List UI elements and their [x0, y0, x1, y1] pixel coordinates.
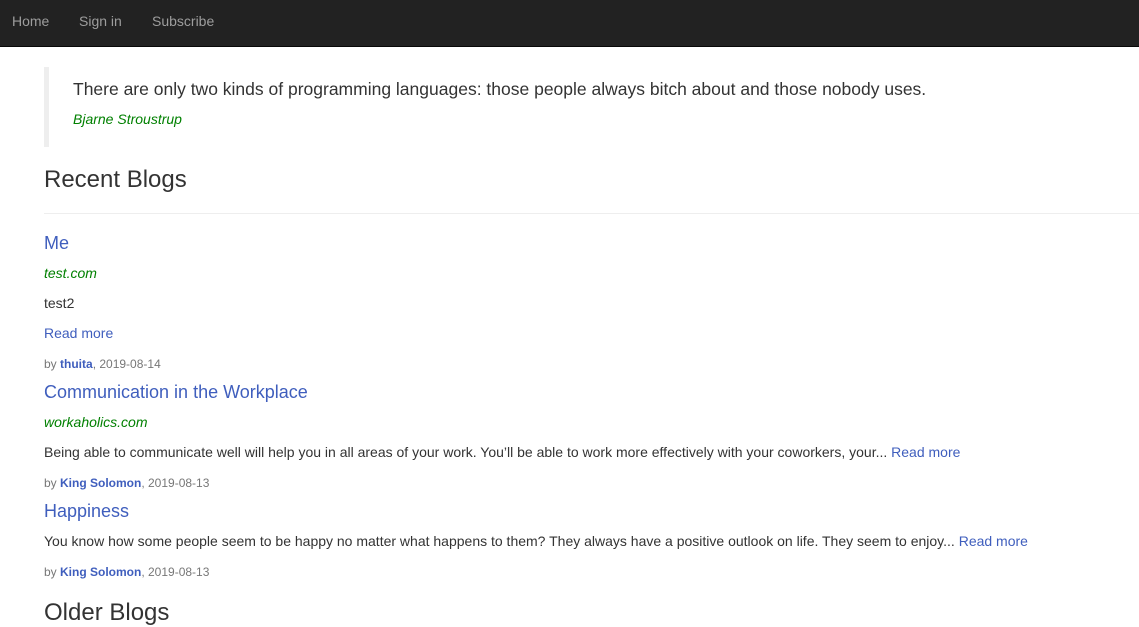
post-meta: by King Solomon, 2019-08-13 — [44, 475, 209, 491]
post-meta: by King Solomon, 2019-08-13 — [44, 564, 209, 580]
post-meta-by: by — [44, 476, 61, 490]
read-more-link[interactable]: Read more — [891, 444, 960, 460]
post-source: test.com — [44, 265, 97, 281]
quote-author: Bjarne Stroustrup — [73, 111, 182, 127]
post-source: workaholics.com — [44, 414, 148, 430]
read-more-link[interactable]: Read more — [44, 324, 113, 342]
post-title-link[interactable]: Me — [44, 232, 69, 254]
top-navbar: Home Sign in Subscribe — [0, 0, 1139, 47]
post-title-link[interactable]: Communication in the Workplace — [44, 381, 308, 403]
post-excerpt-text: You know how some people seem to be happ… — [44, 533, 959, 549]
recent-blogs-heading: Recent Blogs — [44, 166, 187, 193]
section-divider — [44, 213, 1139, 214]
post-date: , 2019-08-14 — [92, 357, 161, 371]
post-date: , 2019-08-13 — [141, 476, 210, 490]
post-excerpt: You know how some people seem to be happ… — [44, 532, 1028, 550]
post-author-link[interactable]: thuita — [60, 357, 93, 371]
post-excerpt: Being able to communicate well will help… — [44, 443, 960, 461]
post-excerpt-text: Being able to communicate well will help… — [44, 444, 892, 460]
quote-text: There are only two kinds of programming … — [73, 79, 927, 99]
quote-block: There are only two kinds of programming … — [44, 67, 1139, 147]
read-more-link[interactable]: Read more — [959, 533, 1028, 549]
nav-sign-in-link[interactable]: Sign in — [79, 11, 122, 31]
post-excerpt: test2 — [44, 295, 75, 311]
post-meta: by thuita, 2019-08-14 — [44, 356, 161, 372]
post-author-link[interactable]: King Solomon — [60, 476, 141, 490]
older-blogs-heading: Older Blogs — [44, 599, 170, 626]
post-meta-by: by — [44, 357, 61, 371]
post-author-link[interactable]: King Solomon — [60, 565, 141, 579]
post-meta-by: by — [44, 565, 61, 579]
nav-home-link[interactable]: Home — [12, 11, 49, 31]
post-date: , 2019-08-13 — [141, 565, 210, 579]
nav-subscribe-link[interactable]: Subscribe — [152, 11, 214, 31]
post-title-link[interactable]: Happiness — [44, 500, 129, 522]
